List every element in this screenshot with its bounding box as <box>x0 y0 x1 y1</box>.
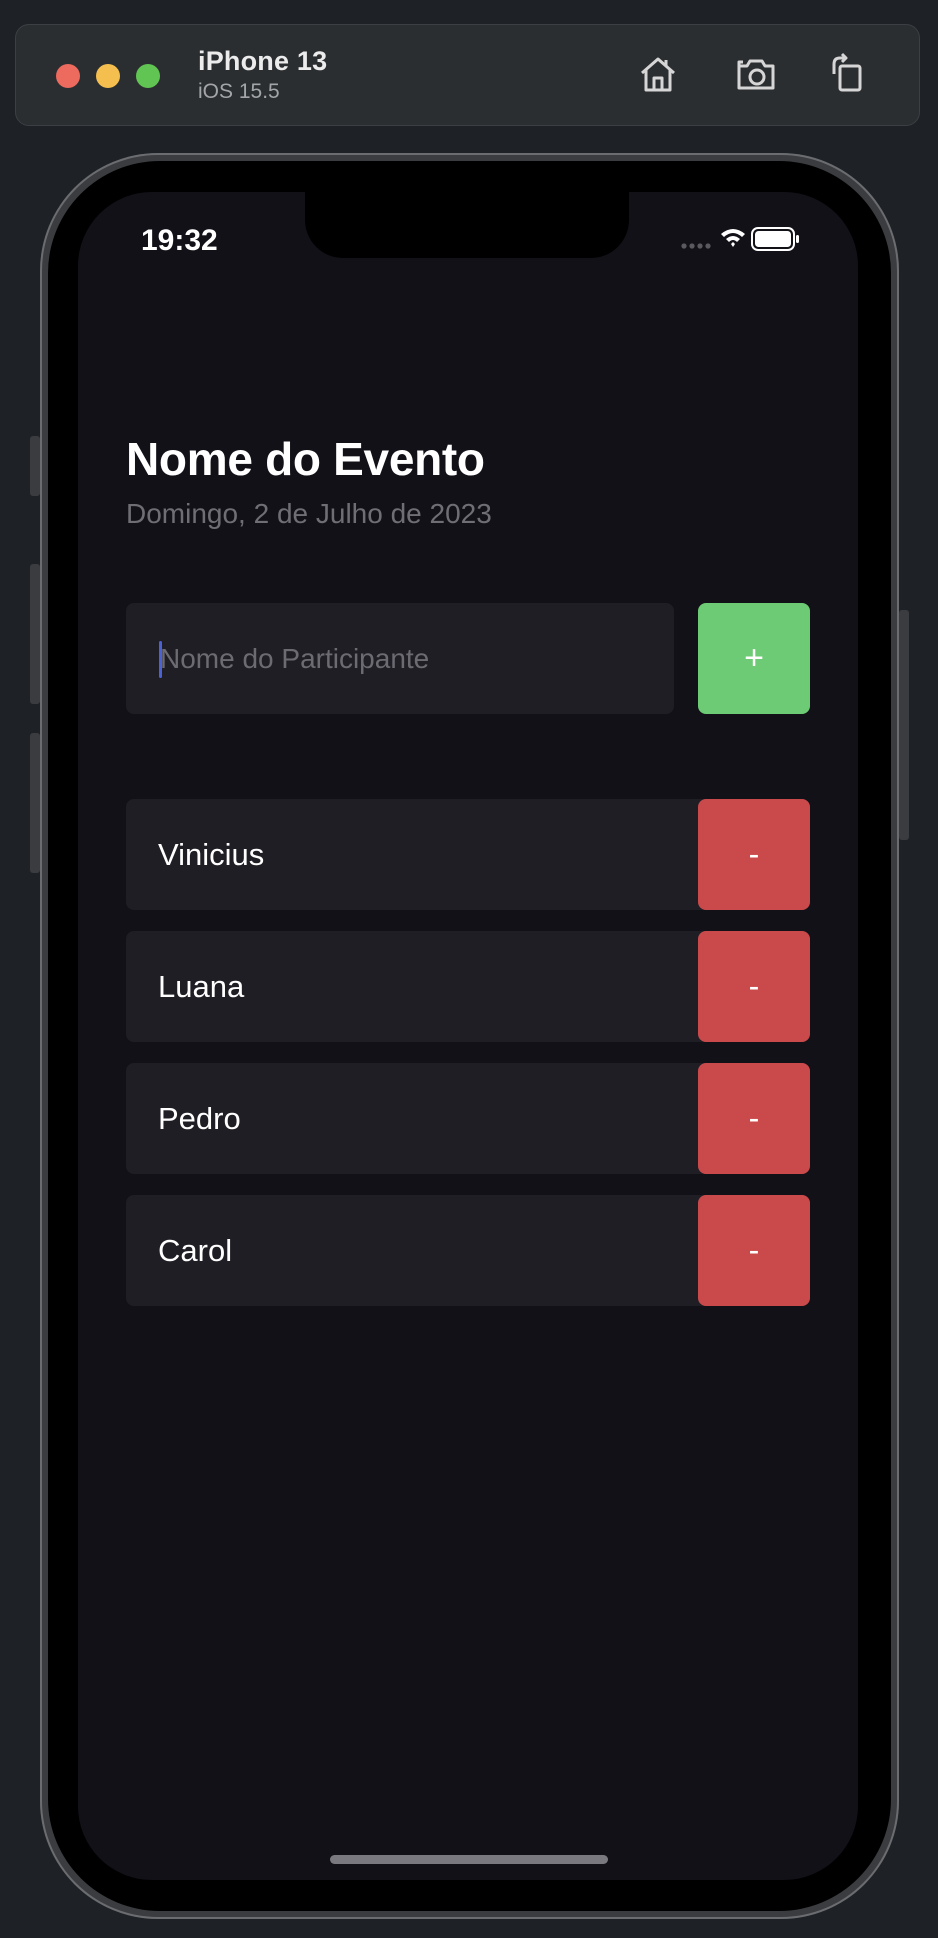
add-participant-button[interactable]: + <box>698 603 810 714</box>
zoom-window-button[interactable] <box>136 64 160 88</box>
device-name: iPhone 13 <box>198 46 328 76</box>
os-version: iOS 15.5 <box>198 80 280 103</box>
participant-name: Vinicius <box>158 837 265 872</box>
remove-participant-button[interactable]: - <box>698 799 810 910</box>
volume-down-button <box>30 733 40 873</box>
signal-icon <box>681 243 711 249</box>
close-window-button[interactable] <box>56 64 80 88</box>
participant-list: Vinicius - Luana - Pedro - Carol - <box>126 799 810 1327</box>
remove-participant-button[interactable]: - <box>698 1195 810 1306</box>
app-screen: 19:32 Nome do Evento Domingo, 2 de Julho… <box>78 192 858 1880</box>
participant-name: Carol <box>158 1233 233 1268</box>
status-time: 19:32 <box>141 224 218 257</box>
volume-up-button <box>30 564 40 704</box>
event-title: Nome do Evento <box>126 433 485 485</box>
participant-row: Vinicius - <box>126 799 810 910</box>
home-icon[interactable] <box>636 52 680 96</box>
rotate-icon[interactable] <box>826 52 870 96</box>
wifi-icon <box>721 229 745 247</box>
battery-icon <box>751 227 799 251</box>
remove-participant-button[interactable]: - <box>698 931 810 1042</box>
participant-name-field[interactable] <box>126 603 674 714</box>
silent-switch <box>30 436 40 496</box>
participant-row: Luana - <box>126 931 810 1042</box>
participant-row: Pedro - <box>126 1063 810 1174</box>
remove-participant-button[interactable]: - <box>698 1063 810 1174</box>
minimize-window-button[interactable] <box>96 64 120 88</box>
participant-name: Luana <box>158 969 245 1004</box>
text-caret <box>159 641 162 678</box>
participant-name: Pedro <box>158 1101 241 1136</box>
participant-row: Carol - <box>126 1195 810 1306</box>
home-indicator[interactable] <box>330 1855 608 1864</box>
screenshot-icon[interactable] <box>735 52 779 96</box>
status-icons <box>681 226 821 256</box>
notch <box>305 192 629 258</box>
participant-name-input[interactable] <box>126 603 674 714</box>
power-button <box>899 610 909 840</box>
event-date: Domingo, 2 de Julho de 2023 <box>126 498 492 529</box>
